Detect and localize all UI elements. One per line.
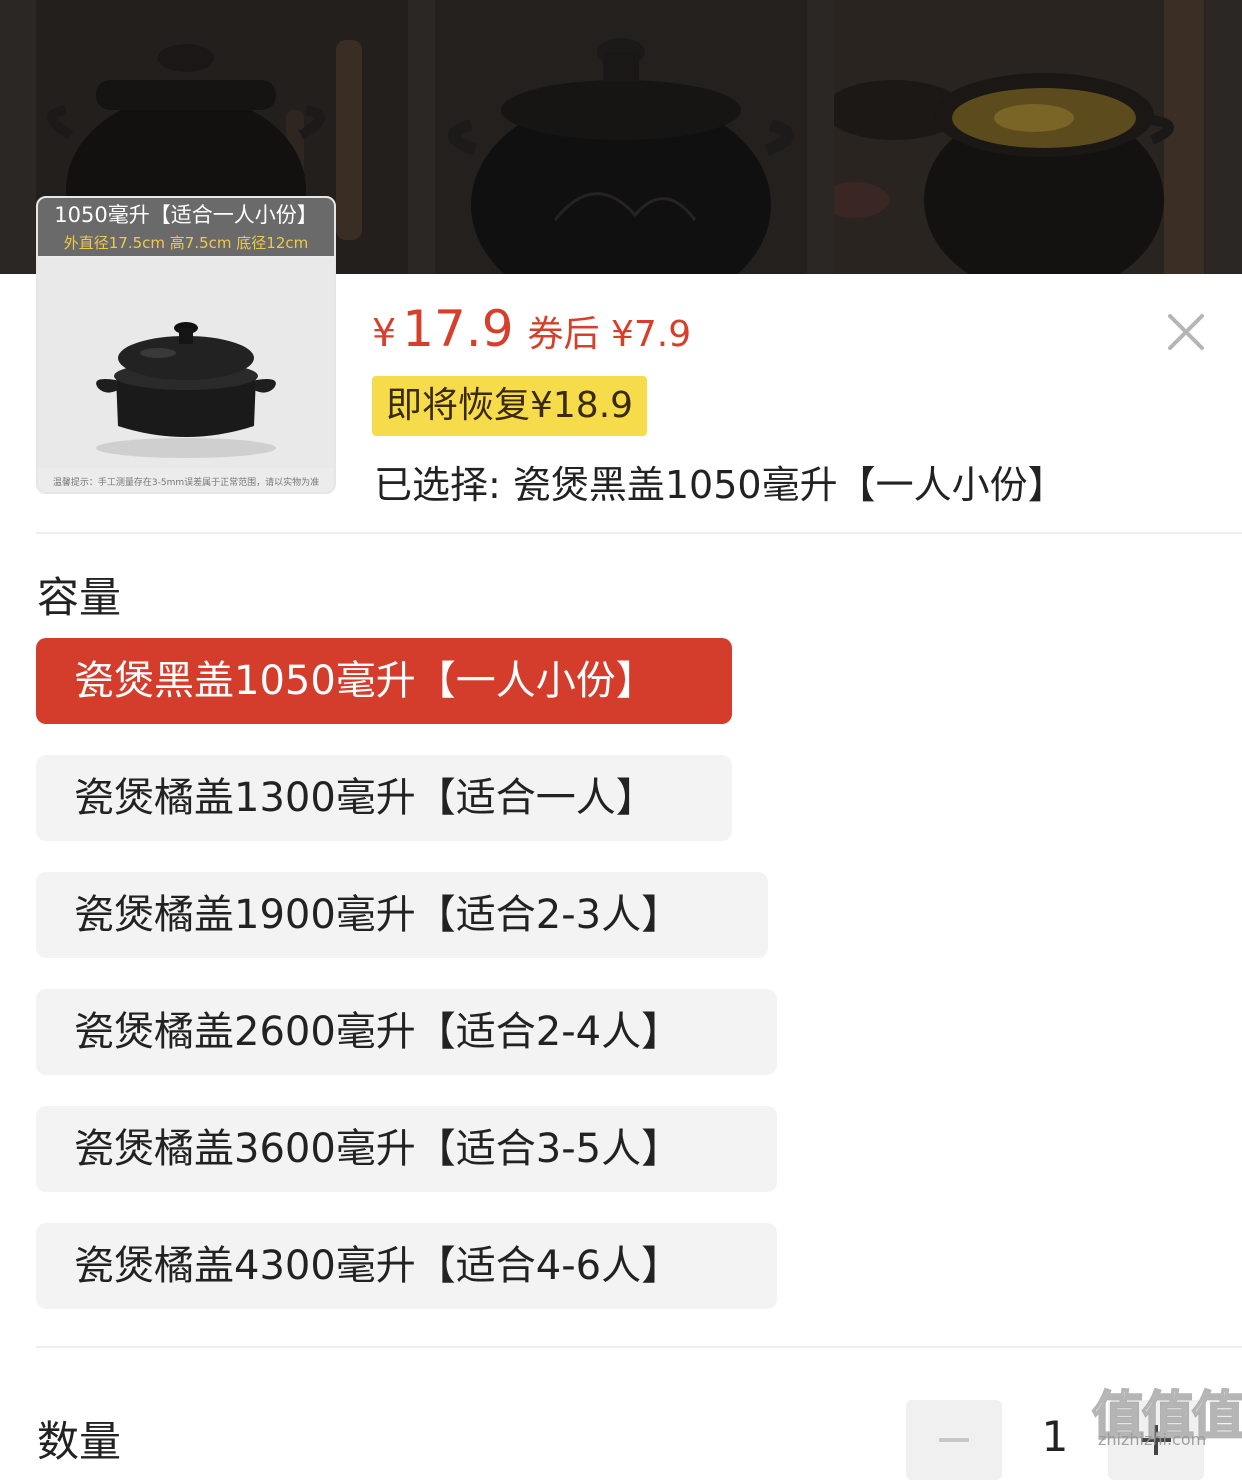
minus-icon bbox=[939, 1438, 969, 1442]
gallery-photo[interactable] bbox=[834, 0, 1206, 274]
product-thumbnail[interactable]: 1050毫升【适合一人小份】 外直径17.5cm 高7.5cm 底径12cm 温… bbox=[36, 196, 336, 494]
quantity-title: 数量 bbox=[37, 1417, 122, 1466]
capacity-option[interactable]: 瓷煲橘盖1900毫升【适合2-3人】 bbox=[36, 872, 768, 958]
coupon-price: 券后 ¥7.9 bbox=[527, 314, 692, 355]
capacity-option[interactable]: 瓷煲橘盖1300毫升【适合一人】 bbox=[36, 755, 732, 841]
capacity-option[interactable]: 瓷煲橘盖4300毫升【适合4-6人】 bbox=[36, 1223, 777, 1309]
capacity-option[interactable]: 瓷煲橘盖2600毫升【适合2-4人】 bbox=[36, 989, 777, 1075]
thumbnail-caption-dims: 外直径17.5cm 高7.5cm 底径12cm bbox=[38, 232, 334, 256]
gallery-photo[interactable] bbox=[435, 0, 807, 274]
quantity-decrease-button[interactable] bbox=[906, 1400, 1002, 1480]
capacity-option[interactable]: 瓷煲黑盖1050毫升【一人小份】 bbox=[36, 638, 732, 724]
clay-pot-image bbox=[38, 258, 334, 468]
divider bbox=[36, 532, 1242, 534]
selected-variant-text: 已选择: 瓷煲黑盖1050毫升【一人小份】 bbox=[374, 463, 1066, 507]
capacity-title: 容量 bbox=[37, 573, 122, 622]
price-restore-badge: 即将恢复¥18.9 bbox=[372, 376, 648, 436]
close-icon bbox=[1168, 314, 1204, 350]
quantity-value[interactable]: 1 bbox=[1030, 1412, 1080, 1461]
price-row: ¥17.9 券后 ¥7.9 bbox=[372, 300, 691, 364]
close-button[interactable] bbox=[1160, 306, 1212, 358]
site-watermark: 值值值 zhizhizhi.com bbox=[1091, 1374, 1242, 1454]
thumbnail-caption-title: 1050毫升【适合一人小份】 bbox=[38, 198, 334, 232]
divider bbox=[36, 1346, 1242, 1348]
currency-symbol: ¥ bbox=[372, 311, 397, 355]
price-amount: 17.9 bbox=[402, 300, 514, 358]
watermark-url: zhizhizhi.com bbox=[1098, 1430, 1207, 1449]
capacity-option[interactable]: 瓷煲橘盖3600毫升【适合3-5人】 bbox=[36, 1106, 777, 1192]
thumbnail-note: 温馨提示：手工测量存在3-5mm误差属于正常范围，请以实物为准 bbox=[52, 478, 320, 488]
